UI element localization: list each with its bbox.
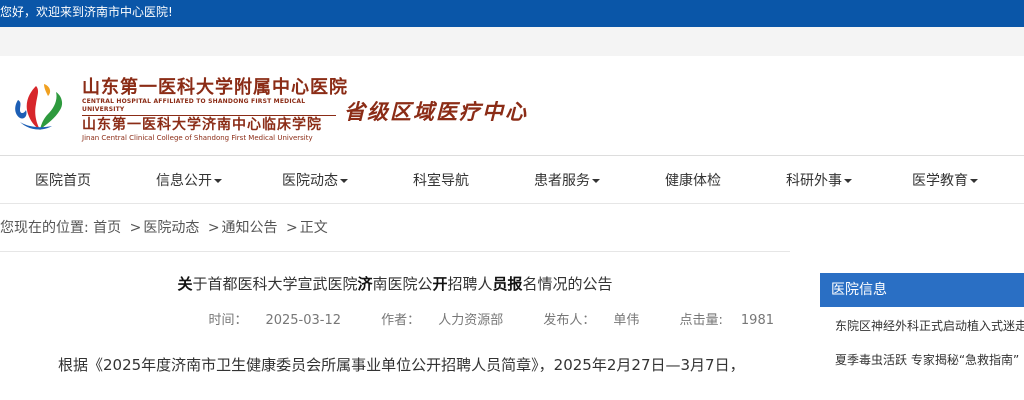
breadcrumb-separator: > — [129, 220, 142, 236]
breadcrumb: 您现在的位置: 首页 > 医院动态 > 通知公告 > 正文 — [0, 204, 790, 252]
chevron-down-icon — [844, 178, 852, 183]
article-body: 根据《2025年度济南市卫生健康委员会所属事业单位公开招聘人员简章》，2025年… — [58, 356, 745, 374]
nav-info[interactable]: 信息公开 — [126, 170, 252, 190]
title-segment: 员报 — [492, 275, 523, 293]
breadcrumb-news[interactable]: 医院动态 — [143, 220, 199, 236]
meta-author-value: 人力资源部 — [438, 313, 504, 328]
nav-patient-services[interactable]: 患者服务 — [504, 170, 630, 190]
breadcrumb-prefix: 您现在的位置: — [0, 220, 89, 236]
meta-publisher-value: 单伟 — [613, 313, 640, 328]
slogan: 省级区域医疗中心 — [344, 99, 528, 124]
meta-author: 作者： 人力资源部 — [363, 313, 503, 328]
article: 关于首都医科大学宣武医院济南医院公开招聘人员报名情况的公告 时间： 2025-03… — [0, 255, 790, 380]
article-meta: 时间： 2025-03-12 作者： 人力资源部 发布人： 单伟 点击量: 1981 — [0, 309, 790, 328]
nav-patient-services-label: 患者服务 — [534, 172, 590, 189]
hospital-info-sidebar: 医院信息 东院区神经外科正式启动植入式迷走神经刺激术 夏季毒虫活跃 专家揭秘“急… — [820, 273, 1024, 375]
nav-departments-label: 科室导航 — [413, 172, 469, 189]
title-segment: 济 — [357, 275, 373, 293]
nav-checkup-label: 健康体检 — [665, 172, 721, 189]
chevron-down-icon — [340, 178, 348, 183]
main-nav: 医院首页 信息公开 医院动态 科室导航 患者服务 健康体检 科研外事 医学教育 — [0, 156, 1024, 204]
nav-research-label: 科研外事 — [786, 172, 842, 189]
meta-publisher: 发布人： 单伟 — [525, 313, 639, 328]
meta-time: 时间： 2025-03-12 — [190, 313, 341, 328]
breadcrumb-separator: > — [286, 220, 298, 236]
nav-home[interactable]: 医院首页 — [0, 170, 126, 190]
hospital-en-name: CENTRAL HOSPITAL AFFILIATED TO SHANDONG … — [82, 98, 336, 116]
top-strip — [0, 27, 1024, 56]
nav-education[interactable]: 医学教育 — [882, 170, 1008, 190]
nav-education-label: 医学教育 — [912, 172, 968, 189]
welcome-text: 您好，欢迎来到济南市中心医院! — [0, 5, 173, 19]
sidebar-news-link[interactable]: 夏季毒虫活跃 专家揭秘“急救指南” — [820, 341, 1024, 375]
welcome-bar: 您好，欢迎来到济南市中心医院! — [0, 0, 1024, 27]
nav-departments[interactable]: 科室导航 — [378, 170, 504, 190]
hospital-name-block[interactable]: 山东第一医科大学附属中心医院 CENTRAL HOSPITAL AFFILIAT… — [82, 78, 348, 143]
title-segment: 关 — [177, 275, 193, 293]
breadcrumb-notices[interactable]: 通知公告 — [222, 220, 278, 236]
breadcrumb-home[interactable]: 首页 — [93, 220, 121, 236]
nav-research[interactable]: 科研外事 — [756, 170, 882, 190]
chevron-down-icon — [214, 178, 222, 183]
hospital-logo-icon[interactable] — [10, 80, 66, 134]
title-segment: 招聘人 — [447, 275, 493, 293]
nav-home-label: 医院首页 — [35, 172, 91, 189]
college-cn-name: 山东第一医科大学济南中心临床学院 — [82, 117, 322, 133]
nav-info-label: 信息公开 — [156, 172, 212, 189]
title-segment: 于首都医科大学宣武医院 — [192, 275, 358, 293]
nav-checkup[interactable]: 健康体检 — [630, 170, 756, 190]
site-header: 山东第一医科大学附属中心医院 CENTRAL HOSPITAL AFFILIAT… — [0, 56, 1024, 156]
sidebar-news-link[interactable]: 东院区神经外科正式启动植入式迷走神经刺激术 — [820, 307, 1024, 341]
title-segment: 南医院公 — [372, 275, 433, 293]
meta-clicks-value: 1981 — [740, 313, 774, 328]
meta-author-label: 作者： — [381, 313, 421, 328]
sidebar-heading: 医院信息 — [820, 273, 1024, 307]
nav-news-label: 医院动态 — [282, 172, 338, 189]
title-segment: 开 — [432, 275, 448, 293]
title-segment: 名情况的公告 — [522, 275, 613, 293]
meta-clicks: 点击量: 1981 — [662, 313, 774, 328]
meta-clicks-label: 点击量: — [679, 313, 723, 328]
breadcrumb-current: 正文 — [299, 220, 328, 236]
college-en-name: Jinan Central Clinical College of Shando… — [82, 134, 313, 142]
meta-time-value: 2025-03-12 — [265, 313, 342, 328]
chevron-down-icon — [592, 178, 600, 183]
nav-news[interactable]: 医院动态 — [252, 170, 378, 190]
article-title: 关于首都医科大学宣武医院济南医院公开招聘人员报名情况的公告 — [0, 273, 790, 293]
breadcrumb-separator: > — [207, 220, 220, 236]
meta-time-label: 时间： — [208, 313, 248, 328]
hospital-cn-name: 山东第一医科大学附属中心医院 — [82, 77, 348, 98]
meta-publisher-label: 发布人： — [543, 313, 596, 328]
chevron-down-icon — [970, 178, 978, 183]
